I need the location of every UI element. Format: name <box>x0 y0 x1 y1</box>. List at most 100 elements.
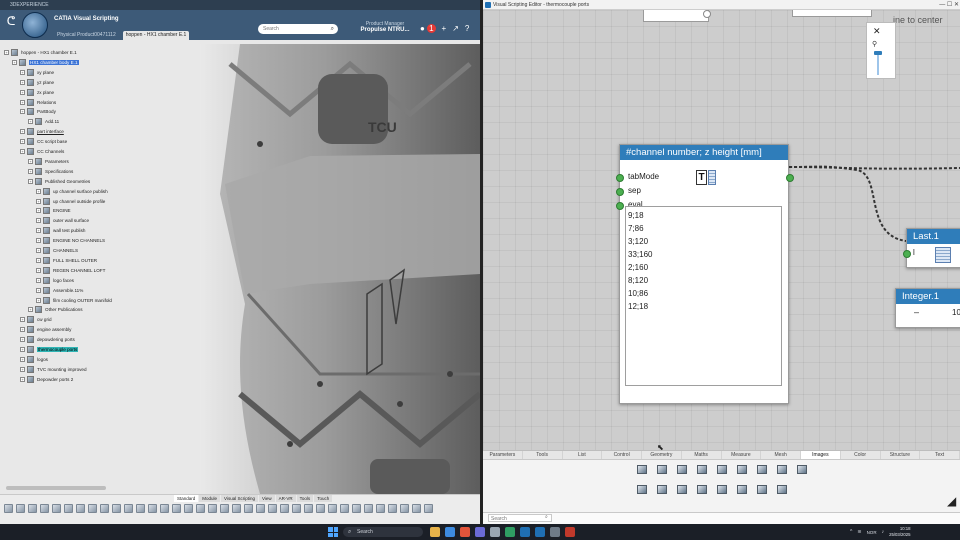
file-explorer-icon[interactable] <box>430 527 440 537</box>
expand-icon[interactable]: + <box>28 178 33 184</box>
toolbar-tool-icon[interactable] <box>280 504 289 513</box>
palette-tab[interactable]: Geometry <box>642 451 682 459</box>
language-indicator[interactable]: NOR <box>867 530 877 535</box>
wifi-icon[interactable]: ≋ <box>857 529 861 535</box>
toolbar-tool-icon[interactable] <box>388 504 397 513</box>
tree-node[interactable]: + Add.11 <box>28 117 59 126</box>
expand-icon[interactable]: + <box>12 59 17 65</box>
notifications-icon[interactable]: ● 1 <box>420 24 436 33</box>
expand-icon[interactable]: + <box>20 99 25 105</box>
integer-value[interactable]: 100 <box>952 308 960 317</box>
tree-scrollbar[interactable] <box>6 486 106 490</box>
expand-icon[interactable]: + <box>36 208 41 214</box>
expand-icon[interactable]: + <box>36 238 41 244</box>
toolbar-tool-icon[interactable] <box>364 504 373 513</box>
search-icon[interactable]: ⌕ <box>331 24 334 34</box>
expand-icon[interactable]: + <box>20 139 25 145</box>
app-icon-5[interactable] <box>490 527 500 537</box>
toolbar-tool-icon[interactable] <box>376 504 385 513</box>
tab-touch[interactable]: Touch <box>314 495 333 502</box>
tree-node[interactable]: + ENGINE NO CHANNELS <box>36 236 105 245</box>
expand-icon[interactable]: + <box>20 149 25 154</box>
image-node-icon[interactable] <box>677 465 687 474</box>
edge-icon[interactable] <box>445 527 455 537</box>
tree-node[interactable]: + yz plane <box>20 78 54 87</box>
toolbar-tool-icon[interactable] <box>172 504 181 513</box>
toolbar-tool-icon[interactable] <box>340 504 349 513</box>
expand-icon[interactable]: + <box>36 188 41 194</box>
partial-node-top[interactable] <box>643 10 711 22</box>
expand-icon[interactable]: + <box>20 347 25 352</box>
toolbar-tool-icon[interactable] <box>64 504 73 513</box>
input-port-list[interactable] <box>903 250 911 258</box>
toolbar-tool-icon[interactable] <box>112 504 121 513</box>
toolbar-tool-icon[interactable] <box>244 504 253 513</box>
palette-tab[interactable]: Color <box>840 451 881 459</box>
last-node[interactable]: Last.1 l <box>903 228 960 268</box>
image-node-icon[interactable] <box>737 485 747 494</box>
search-icon[interactable]: ⌕ <box>545 514 548 520</box>
add-icon[interactable]: + <box>442 24 447 33</box>
expand-icon[interactable]: + <box>20 89 25 95</box>
search-input[interactable]: Search ⌕ <box>258 24 338 34</box>
output-port[interactable] <box>786 174 794 182</box>
tab-physical-product[interactable]: Physical Product00471112 <box>54 31 119 40</box>
tree-node[interactable]: + cw grid <box>20 315 52 324</box>
tree-node[interactable]: + up channel outside profile <box>36 197 105 206</box>
start-button-icon[interactable] <box>328 527 338 537</box>
expand-icon[interactable]: + <box>20 317 25 323</box>
tab-visual-scripting[interactable]: Visual Scripting <box>221 495 258 502</box>
palette-tab[interactable]: Parameters <box>483 451 523 459</box>
toolbar-tool-icon[interactable] <box>40 504 49 513</box>
tree-node[interactable]: + Relations <box>20 98 56 107</box>
tree-node[interactable]: + CC Channels <box>20 147 64 156</box>
palette-tab[interactable]: Mesh <box>761 451 801 459</box>
toolbar-tool-icon[interactable] <box>136 504 145 513</box>
speaker-icon[interactable]: ♪ <box>882 529 885 535</box>
zoom-icon[interactable]: ⚲ <box>872 40 877 48</box>
expand-icon[interactable]: + <box>36 297 41 303</box>
toolbar-tool-icon[interactable] <box>400 504 409 513</box>
tree-node[interactable]: + ENGINE <box>36 206 71 215</box>
toolbar-tool-icon[interactable] <box>100 504 109 513</box>
toolbar-tool-icon[interactable] <box>412 504 421 513</box>
expand-icon[interactable]: + <box>36 198 41 204</box>
vse-taskbar-icon[interactable] <box>535 527 545 537</box>
tab-view[interactable]: View <box>258 495 275 502</box>
toolbar-tool-icon[interactable] <box>4 504 13 513</box>
expand-icon[interactable]: + <box>20 337 25 343</box>
chrome-icon[interactable] <box>460 527 470 537</box>
tree-node[interactable]: + Depowder ports 2 <box>20 375 73 384</box>
expand-icon[interactable]: + <box>20 356 25 362</box>
toolbar-tool-icon[interactable] <box>52 504 61 513</box>
expand-icon[interactable]: + <box>36 248 41 253</box>
expand-icon[interactable]: + <box>20 109 25 115</box>
tree-node[interactable]: + thermocouple ports <box>20 345 79 354</box>
toolbar-tool-icon[interactable] <box>196 504 205 513</box>
table-text-node[interactable]: #channel number; z height [mm] tabMode s… <box>616 144 794 404</box>
input-port-sep[interactable] <box>616 188 624 196</box>
close-icon[interactable]: ✕ <box>873 26 881 37</box>
palette-tab[interactable]: List <box>562 451 603 459</box>
tree-node[interactable]: + Specifications <box>28 167 73 176</box>
input-port-eval[interactable] <box>616 202 624 210</box>
decrement-button[interactable]: – <box>914 307 919 317</box>
tree-node[interactable]: + PartBody <box>20 107 56 116</box>
window-controls[interactable]: — ☐ ✕ <box>939 0 959 10</box>
app-icon-9[interactable] <box>550 527 560 537</box>
toolbar-tool-icon[interactable] <box>28 504 37 513</box>
partial-node-top-right[interactable] <box>792 10 872 17</box>
toolbar-tool-icon[interactable] <box>220 504 229 513</box>
tree-node[interactable]: + Parameters <box>28 157 69 166</box>
tree-node[interactable]: + depowdering ports <box>20 335 75 344</box>
compass-icon[interactable] <box>22 12 48 38</box>
image-node-icon[interactable] <box>637 465 647 474</box>
tree-node[interactable]: + Published Geometries <box>28 177 90 186</box>
teams-icon[interactable] <box>475 527 485 537</box>
toolbar-tool-icon[interactable] <box>328 504 337 513</box>
toolbar-tool-icon[interactable] <box>184 504 193 513</box>
toolbar-tool-icon[interactable] <box>352 504 361 513</box>
integer-node[interactable]: Integer.1 – 100 <box>895 288 960 328</box>
expand-icon[interactable]: + <box>28 168 33 174</box>
tree-node[interactable]: + logo faces <box>36 276 74 285</box>
